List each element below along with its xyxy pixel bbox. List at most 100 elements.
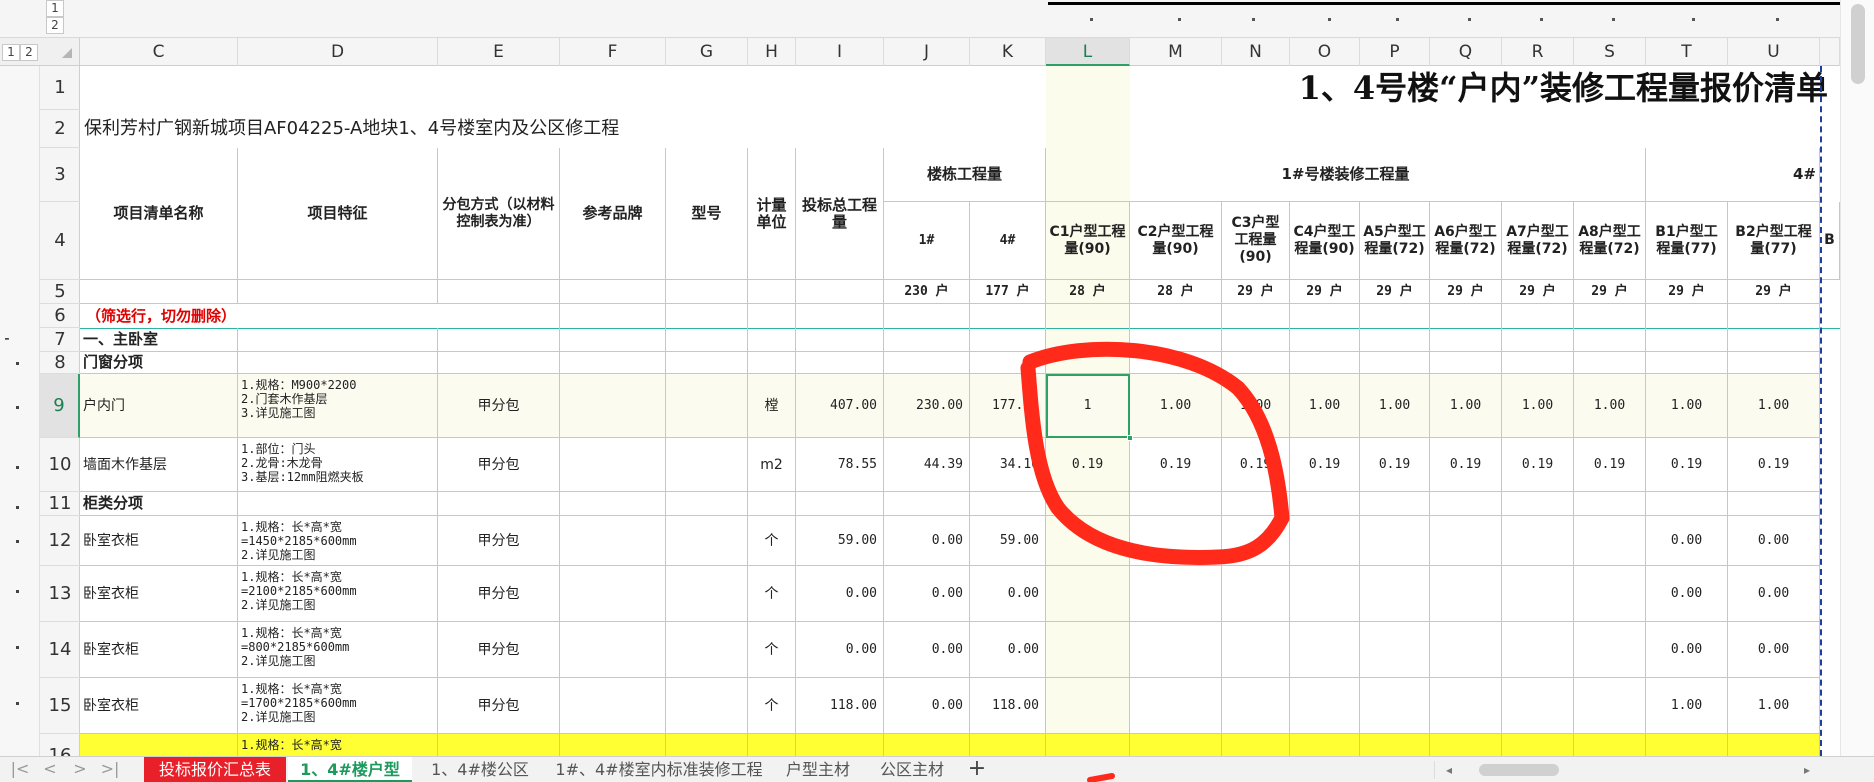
- table-cell[interactable]: 1.00: [1502, 374, 1574, 438]
- table-cell[interactable]: [1222, 734, 1290, 756]
- table-cell[interactable]: [1502, 566, 1574, 622]
- row-level-1-button[interactable]: 1: [46, 0, 64, 17]
- header-c1[interactable]: C1户型工程量(90): [1046, 202, 1130, 280]
- table-cell[interactable]: 个: [748, 734, 796, 756]
- item-feature-cell[interactable]: 1.规格：M900*2200 2.门套木作基层 3.详见施工图: [238, 374, 438, 438]
- table-cell[interactable]: [1574, 678, 1646, 734]
- cell[interactable]: [560, 280, 666, 304]
- column-header-m[interactable]: M: [1130, 38, 1222, 66]
- table-cell[interactable]: 118.00: [970, 678, 1046, 734]
- column-header-f[interactable]: F: [560, 38, 666, 66]
- empty-cell[interactable]: [970, 352, 1046, 374]
- column-header-t[interactable]: T: [1646, 38, 1728, 66]
- empty-cell[interactable]: [1502, 352, 1574, 374]
- header-model[interactable]: 型号: [666, 148, 748, 280]
- table-cell[interactable]: [1502, 516, 1574, 566]
- item-name-cell[interactable]: 卧室衣柜: [80, 566, 238, 622]
- empty-cell[interactable]: [1646, 328, 1728, 352]
- empty-cell[interactable]: [1290, 352, 1360, 374]
- row-header-3[interactable]: 3: [40, 148, 80, 202]
- table-cell[interactable]: [666, 374, 748, 438]
- table-cell[interactable]: [1430, 678, 1502, 734]
- header-a8[interactable]: A8户型工程量(72): [1574, 202, 1646, 280]
- fill-handle[interactable]: [1127, 435, 1133, 441]
- active-cell-selection[interactable]: [1046, 374, 1130, 438]
- table-cell[interactable]: [1222, 622, 1290, 678]
- table-cell[interactable]: [666, 438, 748, 492]
- table-cell[interactable]: [1430, 734, 1502, 756]
- table-cell[interactable]: [1502, 678, 1574, 734]
- empty-cell[interactable]: [1646, 352, 1728, 374]
- table-cell[interactable]: [1360, 678, 1430, 734]
- table-cell[interactable]: 0.19: [1360, 438, 1430, 492]
- table-cell[interactable]: [1130, 516, 1222, 566]
- table-cell[interactable]: 118.00: [796, 678, 884, 734]
- table-cell[interactable]: 0.00: [1646, 566, 1728, 622]
- empty-cell[interactable]: [1728, 328, 1820, 352]
- empty-cell[interactable]: [1046, 304, 1130, 328]
- column-header-o[interactable]: O: [1290, 38, 1360, 66]
- empty-cell[interactable]: [1222, 352, 1290, 374]
- table-cell[interactable]: 个: [748, 566, 796, 622]
- empty-cell[interactable]: [970, 304, 1046, 328]
- table-cell[interactable]: 0.00: [1646, 622, 1728, 678]
- header-building-qty[interactable]: 楼栋工程量: [884, 148, 1046, 202]
- table-cell[interactable]: [1430, 516, 1502, 566]
- column-header-q[interactable]: Q: [1430, 38, 1502, 66]
- column-header-r[interactable]: R: [1502, 38, 1574, 66]
- empty-cell[interactable]: [1222, 492, 1290, 516]
- row-header-8[interactable]: 8: [40, 352, 80, 374]
- row-header-6[interactable]: 6: [40, 304, 80, 328]
- table-cell[interactable]: [1222, 678, 1290, 734]
- sheet-grid[interactable]: 1、4号楼“户内”装修工程量报价清单 保利芳村广钢新城项目AF04225-A地块…: [80, 66, 1840, 756]
- table-cell[interactable]: [560, 566, 666, 622]
- empty-cell[interactable]: [1360, 352, 1430, 374]
- column-header-l[interactable]: L: [1046, 38, 1130, 66]
- table-cell[interactable]: 1.00: [1646, 678, 1728, 734]
- table-cell[interactable]: 78.55: [796, 438, 884, 492]
- empty-cell[interactable]: [970, 328, 1046, 352]
- tab-public-area[interactable]: 1、4#楼公区: [418, 757, 542, 782]
- column-header-s[interactable]: S: [1574, 38, 1646, 66]
- table-cell[interactable]: 0.19: [1290, 438, 1360, 492]
- table-cell[interactable]: 1.00: [1290, 374, 1360, 438]
- sheet-title[interactable]: 1、4号楼“户内”装修工程量报价清单: [80, 66, 1840, 110]
- empty-cell[interactable]: [1130, 492, 1222, 516]
- header-b1[interactable]: B1户型工程量(77): [1646, 202, 1728, 280]
- empty-cell[interactable]: [748, 492, 796, 516]
- table-cell[interactable]: 59.00: [796, 516, 884, 566]
- table-cell[interactable]: 1.00: [1430, 374, 1502, 438]
- column-header-k[interactable]: K: [970, 38, 1046, 66]
- table-cell[interactable]: 0.19: [1728, 438, 1820, 492]
- item-feature-cell[interactable]: 1.部位：门头 2.龙骨:木龙骨 3.基层:12mm阻燃夹板: [238, 438, 438, 492]
- row-header-4[interactable]: 4: [40, 202, 80, 280]
- column-header-u[interactable]: U: [1728, 38, 1820, 66]
- row-header-2[interactable]: 2: [40, 110, 80, 148]
- empty-cell[interactable]: [1290, 492, 1360, 516]
- item-name-cell[interactable]: 卧室衣柜: [80, 516, 238, 566]
- last-sheet-button[interactable]: >|: [96, 757, 124, 782]
- table-cell[interactable]: 0.19: [1574, 438, 1646, 492]
- table-cell[interactable]: [1222, 516, 1290, 566]
- empty-cell[interactable]: [438, 304, 560, 328]
- empty-cell[interactable]: [796, 304, 884, 328]
- table-cell[interactable]: [1046, 622, 1130, 678]
- table-cell[interactable]: 0.00: [970, 622, 1046, 678]
- header-building-4[interactable]: 4#: [970, 202, 1046, 280]
- header-a5[interactable]: A5户型工程量(72): [1360, 202, 1430, 280]
- empty-cell[interactable]: [438, 328, 560, 352]
- table-cell[interactable]: [1502, 622, 1574, 678]
- empty-cell[interactable]: [970, 492, 1046, 516]
- first-sheet-button[interactable]: |<: [6, 757, 34, 782]
- empty-cell[interactable]: [238, 492, 438, 516]
- table-cell[interactable]: 0.00: [1646, 516, 1728, 566]
- empty-cell[interactable]: [238, 352, 438, 374]
- empty-cell[interactable]: [1728, 304, 1820, 328]
- table-cell[interactable]: [884, 734, 970, 756]
- empty-cell[interactable]: [666, 328, 748, 352]
- col-level-1-button[interactable]: 1: [2, 44, 20, 61]
- empty-cell[interactable]: [1130, 352, 1222, 374]
- table-cell[interactable]: [560, 438, 666, 492]
- empty-cell[interactable]: [1502, 304, 1574, 328]
- empty-cell[interactable]: [1046, 328, 1130, 352]
